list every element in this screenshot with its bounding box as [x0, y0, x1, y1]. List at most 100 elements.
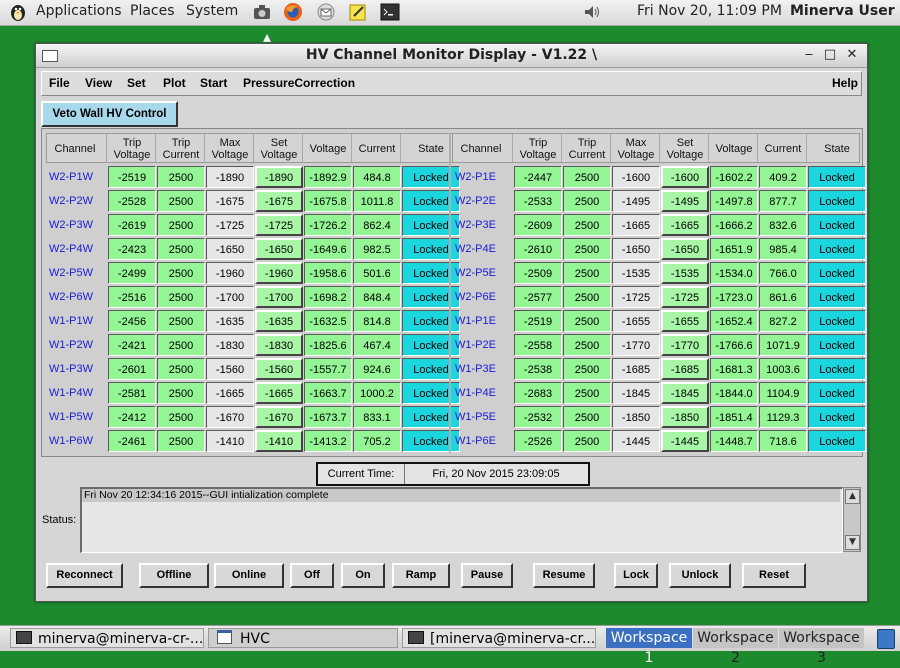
state-cell[interactable]: Locked: [808, 310, 866, 332]
set-voltage-cell[interactable]: -1685: [661, 358, 709, 380]
trip-voltage-cell: -2609: [514, 214, 562, 236]
menu-plot[interactable]: Plot: [163, 76, 186, 90]
set-voltage-cell[interactable]: -1665: [661, 214, 709, 236]
channel-label: W1-P2E: [455, 339, 496, 351]
menu-view[interactable]: View: [85, 76, 112, 90]
set-voltage-cell[interactable]: -1670: [255, 406, 303, 428]
set-voltage-cell[interactable]: -1650: [661, 238, 709, 260]
trash-icon[interactable]: [877, 629, 895, 649]
minimize-icon[interactable]: ‒: [801, 47, 817, 62]
set-voltage-cell[interactable]: -1635: [255, 310, 303, 332]
voltage-cell: -1726.2: [304, 214, 352, 236]
state-cell[interactable]: Locked: [808, 286, 866, 308]
current-cell: 877.7: [759, 190, 807, 212]
lock-button[interactable]: Lock: [614, 563, 658, 588]
state-cell[interactable]: Locked: [808, 262, 866, 284]
resume-button[interactable]: Resume: [533, 563, 595, 588]
window-icon: [217, 630, 232, 644]
set-voltage-cell[interactable]: -1960: [255, 262, 303, 284]
trip-current-cell: 2500: [563, 190, 611, 212]
reset-button[interactable]: Reset: [742, 563, 806, 588]
ramp-button[interactable]: Ramp: [392, 563, 450, 588]
reconnect-button[interactable]: Reconnect: [46, 563, 123, 588]
set-voltage-cell[interactable]: -1725: [661, 286, 709, 308]
column-separator: [253, 134, 254, 162]
status-label: Status:: [42, 514, 77, 526]
set-voltage-cell[interactable]: -1655: [661, 310, 709, 332]
window-title: HV Channel Monitor Display - V1.22 \: [305, 47, 598, 63]
firefox-icon[interactable]: [283, 2, 303, 22]
scroll-up-icon[interactable]: ▲: [845, 489, 860, 504]
menu-set[interactable]: Set: [127, 76, 146, 90]
places-menu[interactable]: Places: [130, 3, 175, 19]
scroll-down-icon[interactable]: ▼: [845, 535, 860, 550]
terminal-icon: [16, 631, 32, 644]
channel-label: W2-P3E: [455, 219, 496, 231]
tab-veto-wall-hv-control[interactable]: Veto Wall HV Control: [41, 101, 178, 127]
max-voltage-cell: -1770: [612, 334, 660, 356]
set-voltage-cell[interactable]: -1890: [255, 166, 303, 188]
unlock-button[interactable]: Unlock: [669, 563, 731, 588]
user-menu[interactable]: Minerva User: [790, 3, 895, 19]
set-voltage-cell[interactable]: -1560: [255, 358, 303, 380]
menu-pressure-correction[interactable]: PressureCorrection: [243, 76, 355, 90]
status-textarea[interactable]: Fri Nov 20 12:34:16 2015--GUI intializat…: [80, 487, 843, 553]
mail-icon[interactable]: [316, 2, 336, 22]
set-voltage-cell[interactable]: -1845: [661, 382, 709, 404]
applications-menu[interactable]: Applications: [36, 3, 122, 19]
workspace-1[interactable]: Workspace 1: [606, 628, 692, 666]
notes-icon[interactable]: [348, 2, 368, 22]
current-cell: 827.2: [759, 310, 807, 332]
menu-start[interactable]: Start: [200, 76, 227, 90]
set-voltage-cell[interactable]: -1445: [661, 430, 709, 452]
state-cell[interactable]: Locked: [808, 358, 866, 380]
task-terminal-1[interactable]: minerva@minerva-cr-...: [10, 628, 204, 648]
set-voltage-cell[interactable]: -1830: [255, 334, 303, 356]
system-menu[interactable]: System: [186, 3, 238, 19]
menu-file[interactable]: File: [49, 76, 70, 90]
status-scrollbar[interactable]: ▲ ▼: [843, 487, 861, 552]
online-button[interactable]: Online: [214, 563, 284, 588]
camera-icon[interactable]: [252, 2, 272, 22]
maximize-icon[interactable]: □: [822, 47, 838, 62]
state-cell[interactable]: Locked: [808, 382, 866, 404]
foot-logo-icon[interactable]: [8, 2, 28, 22]
state-cell[interactable]: Locked: [808, 406, 866, 428]
set-voltage-cell[interactable]: -1535: [661, 262, 709, 284]
volume-icon[interactable]: [582, 2, 602, 22]
close-icon[interactable]: ✕: [844, 47, 860, 62]
task-terminal-2[interactable]: [minerva@minerva-cr...: [402, 628, 596, 648]
offline-button[interactable]: Offline: [139, 563, 209, 588]
set-voltage-cell[interactable]: -1850: [661, 406, 709, 428]
max-voltage-cell: -1890: [206, 166, 254, 188]
workspace-2[interactable]: Workspace 2: [693, 628, 778, 666]
off-button[interactable]: Off: [290, 563, 334, 588]
set-voltage-cell[interactable]: -1675: [255, 190, 303, 212]
set-voltage-cell[interactable]: -1650: [255, 238, 303, 260]
clock[interactable]: Fri Nov 20, 11:09 PM: [637, 3, 782, 19]
state-cell[interactable]: Locked: [808, 334, 866, 356]
workspace-3[interactable]: Workspace 3: [779, 628, 864, 666]
task-hvc[interactable]: HVC: [208, 628, 398, 648]
column-separator: [155, 134, 156, 162]
pause-button[interactable]: Pause: [461, 563, 513, 588]
set-voltage-cell[interactable]: -1700: [255, 286, 303, 308]
set-voltage-cell[interactable]: -1600: [661, 166, 709, 188]
column-header-trip-voltage: Trip Voltage: [519, 137, 557, 161]
set-voltage-cell[interactable]: -1725: [255, 214, 303, 236]
state-cell[interactable]: Locked: [808, 166, 866, 188]
state-cell[interactable]: Locked: [808, 430, 866, 452]
state-cell[interactable]: Locked: [808, 190, 866, 212]
set-voltage-cell[interactable]: -1665: [255, 382, 303, 404]
menu-help[interactable]: Help: [832, 76, 858, 90]
max-voltage-cell: -1495: [612, 190, 660, 212]
set-voltage-cell[interactable]: -1410: [255, 430, 303, 452]
terminal-icon[interactable]: [380, 2, 400, 22]
window-titlebar[interactable]: HV Channel Monitor Display - V1.22 \ ‒ □…: [36, 44, 867, 68]
set-voltage-cell[interactable]: -1770: [661, 334, 709, 356]
state-cell[interactable]: Locked: [808, 214, 866, 236]
state-cell[interactable]: Locked: [808, 238, 866, 260]
trip-current-cell: 2500: [157, 430, 205, 452]
on-button[interactable]: On: [341, 563, 385, 588]
set-voltage-cell[interactable]: -1495: [661, 190, 709, 212]
